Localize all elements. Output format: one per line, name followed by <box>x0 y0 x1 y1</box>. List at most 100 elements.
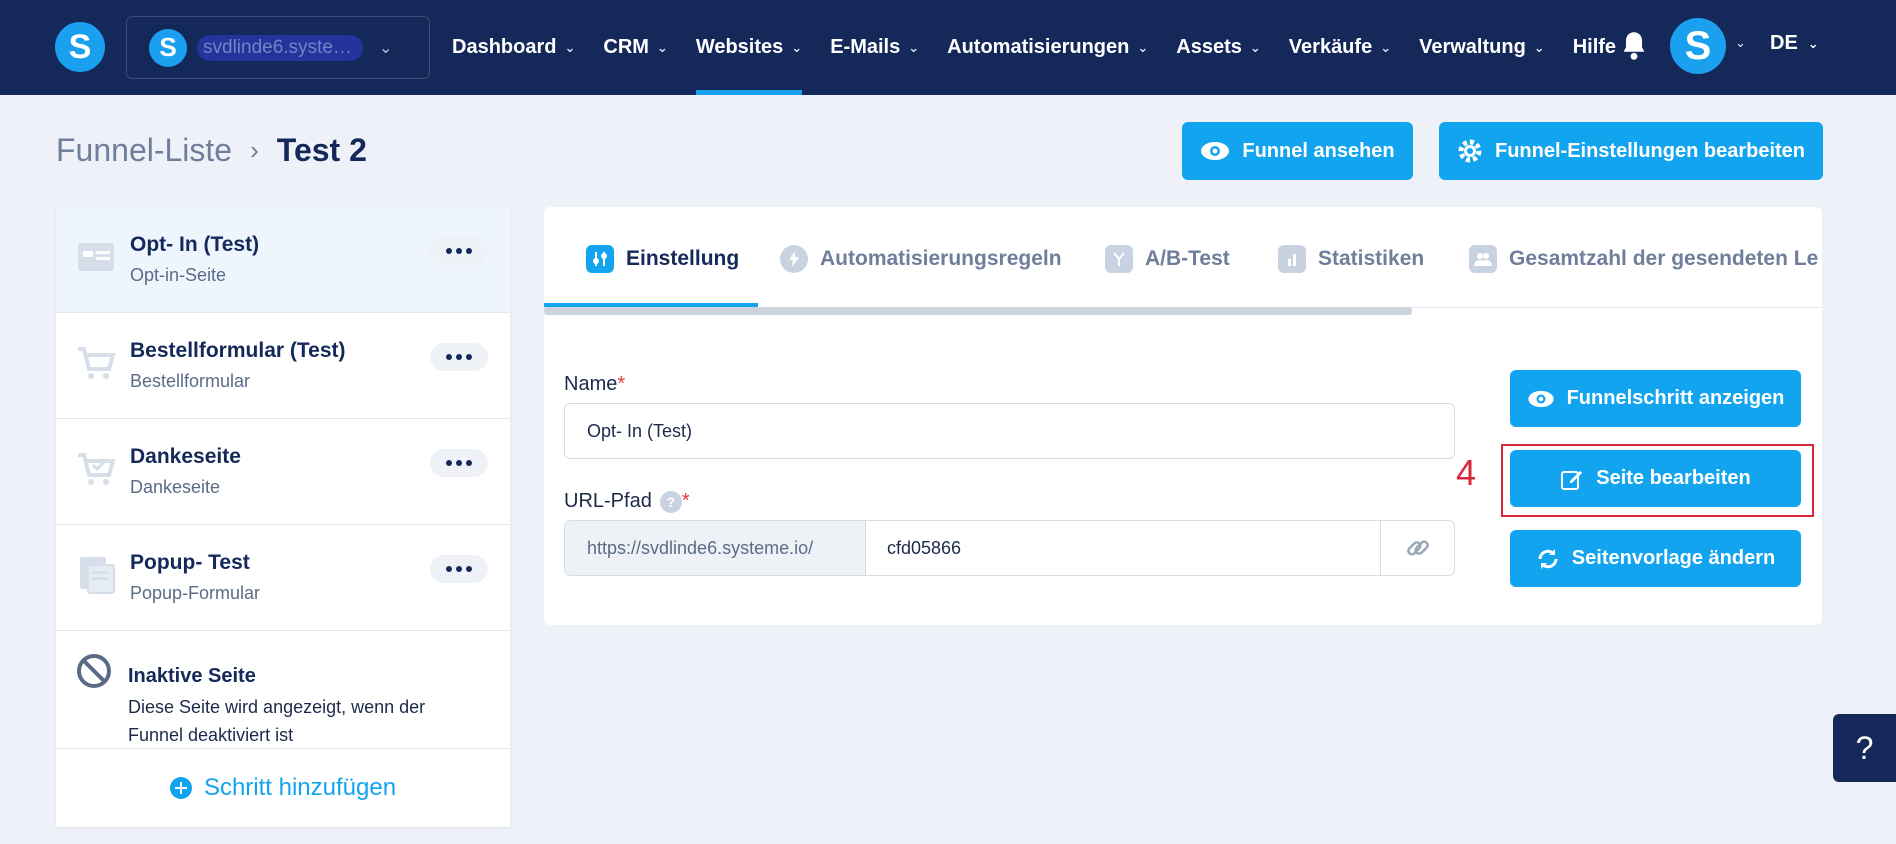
funnel-steps-list: Opt- In (Test) Opt-in-Seite Bestellformu… <box>56 207 510 827</box>
tab-automation-rules[interactable]: Automatisierungsregeln <box>780 245 1062 273</box>
nav-label: Assets <box>1176 36 1242 58</box>
required-mark: * <box>681 490 690 512</box>
ban-icon <box>77 654 111 688</box>
tab-total-sent[interactable]: Gesamtzahl der gesendeten Le <box>1469 245 1818 273</box>
tabs-scrollbar[interactable] <box>544 307 1412 315</box>
step-subtitle: Opt-in-Seite <box>130 265 227 285</box>
tab-label: Statistiken <box>1318 247 1425 270</box>
settings-tabs: Einstellung Automatisierungsregeln A/B-T… <box>544 207 1822 307</box>
language-label: DE <box>1770 32 1798 54</box>
tab-ab-test[interactable]: A/B-Test <box>1105 245 1230 273</box>
gear-icon <box>1458 139 1482 163</box>
page-title: Test 2 <box>276 132 367 168</box>
sliders-icon <box>586 245 614 273</box>
chevron-down-icon: ⌄ <box>379 39 393 57</box>
name-field-label: Name* <box>564 373 626 395</box>
breadcrumb-funnel-list-link[interactable]: Funnel-Liste <box>56 132 232 169</box>
tab-statistics[interactable]: Statistiken <box>1278 245 1424 273</box>
tab-label: Gesamtzahl der gesendeten Le <box>1509 247 1819 270</box>
workspace-switcher[interactable]: S svdlinde6.system... ⌄ <box>126 16 430 79</box>
eye-icon <box>1527 390 1554 407</box>
chevron-down-icon: ⌄ <box>656 39 668 55</box>
language-switcher[interactable]: DE ⌄ <box>1770 32 1819 55</box>
question-icon[interactable]: ? <box>659 490 682 513</box>
refresh-icon <box>1538 548 1558 569</box>
more-options-button[interactable] <box>430 555 488 583</box>
name-input[interactable]: Opt- In (Test) <box>564 403 1455 459</box>
required-mark: * <box>617 373 626 395</box>
user-avatar[interactable]: S <box>1670 18 1726 74</box>
nav-item-websites[interactable]: Websites ⌄ <box>695 0 803 95</box>
eye-icon <box>1201 142 1230 160</box>
split-icon <box>1105 245 1133 273</box>
nav-label: Dashboard <box>452 36 557 58</box>
popup-page-icon <box>80 557 115 594</box>
step-annotation: 4 <box>1456 452 1477 493</box>
funnel-step-item[interactable]: Bestellformular (Test) Bestellformular <box>56 313 510 419</box>
nav-item-sales[interactable]: Verkäufe ⌄ <box>1289 0 1391 95</box>
add-step-button[interactable]: Schritt hinzufügen <box>56 749 510 827</box>
button-label: Funnel ansehen <box>1242 139 1395 162</box>
funnel-step-item[interactable]: Dankeseite Dankeseite <box>56 419 510 525</box>
app-logo[interactable]: S <box>55 22 105 72</box>
more-options-button[interactable] <box>430 449 488 477</box>
chevron-down-icon: ⌄ <box>1807 35 1819 51</box>
tab-label: Automatisierungsregeln <box>820 247 1062 270</box>
cart-icon <box>78 347 116 379</box>
help-button[interactable]: ? <box>1833 714 1896 782</box>
show-funnel-step-button[interactable]: Funnelschritt anzeigen <box>1510 370 1801 427</box>
change-template-button[interactable]: Seitenvorlage ändern <box>1510 530 1801 587</box>
inactive-page-item[interactable]: Inaktive Seite Diese Seite wird angezeig… <box>56 631 510 749</box>
edit-funnel-settings-button[interactable]: Funnel-Einstellungen bearbeiten <box>1439 122 1823 180</box>
url-path-field-label: URL-Pfad? * <box>564 490 690 513</box>
url-path-input[interactable]: cfd05866 <box>865 520 1381 576</box>
step-subtitle: Dankeseite <box>130 477 221 497</box>
funnel-step-item[interactable]: Opt- In (Test) Opt-in-Seite <box>56 207 510 313</box>
nav-item-emails[interactable]: E-Mails ⌄ <box>830 0 919 95</box>
chevron-down-icon: ⌄ <box>791 39 803 55</box>
url-prefix: https://svdlinde6.systeme.io/ <box>564 520 866 576</box>
nav-label: Hilfe <box>1572 36 1617 58</box>
chevron-down-icon[interactable]: ⌄ <box>1735 35 1746 51</box>
nav-item-crm[interactable]: CRM ⌄ <box>603 0 667 95</box>
tab-settings[interactable]: Einstellung <box>586 245 739 273</box>
inactive-page-description: Diese Seite wird angezeigt, wenn der Fun… <box>128 697 426 745</box>
optin-page-icon <box>78 243 114 271</box>
button-label: Seitenvorlage ändern <box>1571 547 1776 569</box>
more-options-button[interactable] <box>430 343 488 371</box>
nav-label: E-Mails <box>830 36 901 58</box>
users-icon <box>1469 245 1497 273</box>
nav-item-management[interactable]: Verwaltung ⌄ <box>1419 0 1545 95</box>
bell-icon[interactable] <box>1620 30 1648 62</box>
chevron-down-icon: ⌄ <box>1137 39 1149 55</box>
button-label: Funnelschritt anzeigen <box>1566 387 1785 409</box>
chevron-right-icon: › <box>250 135 259 165</box>
button-label: Funnel-Einstellungen bearbeiten <box>1494 139 1806 162</box>
nav-item-help[interactable]: Hilfe <box>1573 0 1616 95</box>
step-title: Bestellformular (Test) <box>130 339 346 362</box>
step-subtitle: Bestellformular <box>130 371 251 391</box>
more-options-button[interactable] <box>430 237 488 265</box>
top-navigation-bar: S S svdlinde6.system... ⌄ Dashboard ⌄ CRM… <box>0 0 1896 95</box>
nav-label: Websites <box>695 36 784 58</box>
main-nav: Dashboard ⌄ CRM ⌄ Websites ⌄ E-Mails ⌄ Autom… <box>452 0 1616 95</box>
nav-item-assets[interactable]: Assets ⌄ <box>1176 0 1261 95</box>
funnel-step-item[interactable]: Popup- Test Popup-Formular <box>56 525 510 631</box>
chevron-down-icon: ⌄ <box>1249 39 1261 55</box>
inactive-page-title: Inaktive Seite <box>128 665 256 687</box>
step-subtitle: Popup-Formular <box>130 583 261 603</box>
bolt-icon <box>780 245 808 273</box>
link-icon[interactable] <box>1380 520 1455 576</box>
tab-label: A/B-Test <box>1145 247 1230 270</box>
cart-check-icon <box>78 453 116 485</box>
nav-label: Verwaltung <box>1419 36 1526 58</box>
plus-circle-icon <box>169 777 192 799</box>
highlight-box <box>1501 444 1814 517</box>
nav-item-automations[interactable]: Automatisierungen ⌄ <box>947 0 1148 95</box>
chevron-down-icon: ⌄ <box>564 39 576 55</box>
nav-item-dashboard[interactable]: Dashboard ⌄ <box>452 0 575 95</box>
breadcrumb: Funnel-Liste › Test 2 <box>56 132 367 169</box>
bar-chart-icon <box>1278 245 1306 273</box>
tab-label: Einstellung <box>626 247 740 270</box>
view-funnel-button[interactable]: Funnel ansehen <box>1182 122 1413 180</box>
